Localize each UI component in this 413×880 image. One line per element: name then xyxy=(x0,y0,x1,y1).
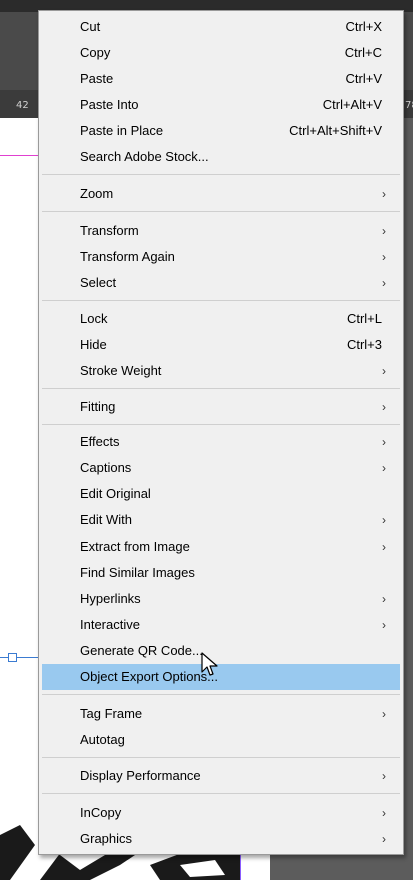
submenu-arrow-icon: › xyxy=(382,707,386,721)
menu-item-transform-again[interactable]: Transform Again › xyxy=(42,244,400,270)
menu-item-label: Stroke Weight xyxy=(80,363,162,378)
menu-item-label: Autotag xyxy=(80,732,125,747)
menu-item-display-performance[interactable]: Display Performance › xyxy=(42,763,400,789)
menu-item-label: Edit With xyxy=(80,512,133,527)
menu-item-lock[interactable]: Lock Ctrl+L xyxy=(42,306,400,332)
submenu-arrow-icon: › xyxy=(382,832,386,846)
frame-handle[interactable] xyxy=(8,653,17,662)
menu-item-paste-into[interactable]: Paste Into Ctrl+Alt+V xyxy=(42,92,400,118)
submenu-arrow-icon: › xyxy=(382,276,386,290)
menu-item-shortcut: Ctrl+3 xyxy=(346,337,382,352)
menu-item-shortcut: Ctrl+Alt+V xyxy=(322,97,382,112)
menu-separator xyxy=(42,793,400,794)
frame-edge xyxy=(0,657,38,658)
submenu-arrow-icon: › xyxy=(382,461,386,475)
menu-item-stroke-weight[interactable]: Stroke Weight › xyxy=(42,358,400,384)
ruler-label-left: 42 xyxy=(16,100,29,111)
menu-item-edit-with[interactable]: Edit With › xyxy=(42,507,400,533)
menu-item-label: Fitting xyxy=(80,399,116,414)
menu-separator xyxy=(42,424,400,425)
menu-item-select[interactable]: Select › xyxy=(42,270,400,296)
submenu-arrow-icon: › xyxy=(382,187,386,201)
menu-item-edit-original[interactable]: Edit Original xyxy=(42,481,400,507)
menu-item-label: Cut xyxy=(80,19,101,34)
menu-separator xyxy=(42,174,400,175)
menu-item-label: Extract from Image xyxy=(80,539,190,554)
menu-item-shortcut: Ctrl+Alt+Shift+V xyxy=(289,123,382,138)
submenu-arrow-icon: › xyxy=(382,540,386,554)
menu-item-transform[interactable]: Transform › xyxy=(42,218,400,244)
menu-item-label: Edit Original xyxy=(80,486,151,501)
menu-item-label: Search Adobe Stock... xyxy=(80,149,209,164)
menu-item-label: Captions xyxy=(80,460,132,475)
menu-item-label: Find Similar Images xyxy=(80,565,195,580)
menu-item-hyperlinks[interactable]: Hyperlinks › xyxy=(42,586,400,612)
menu-item-incopy[interactable]: InCopy › xyxy=(42,800,400,826)
menu-item-interactive[interactable]: Interactive › xyxy=(42,612,400,638)
menu-item-shortcut: Ctrl+L xyxy=(346,311,382,326)
submenu-arrow-icon: › xyxy=(382,224,386,238)
menu-item-hide[interactable]: Hide Ctrl+3 xyxy=(42,332,400,358)
menu-item-object-export-options[interactable]: Object Export Options... xyxy=(42,664,400,690)
menu-separator xyxy=(42,388,400,389)
submenu-arrow-icon: › xyxy=(382,400,386,414)
menu-item-label: Transform Again xyxy=(80,249,175,264)
menu-item-label: Hide xyxy=(80,337,107,352)
menu-item-label: Graphics xyxy=(80,831,133,846)
context-menu: Cut Ctrl+X Copy Ctrl+C Paste Ctrl+V Past… xyxy=(38,10,404,855)
menu-item-label: Transform xyxy=(80,223,139,238)
menu-item-label: InCopy xyxy=(80,805,122,820)
menu-item-search-adobe-stock[interactable]: Search Adobe Stock... xyxy=(42,144,400,170)
menu-item-fitting[interactable]: Fitting › xyxy=(42,394,400,420)
menu-item-label: Lock xyxy=(80,311,108,326)
submenu-arrow-icon: › xyxy=(382,513,386,527)
submenu-arrow-icon: › xyxy=(382,592,386,606)
submenu-arrow-icon: › xyxy=(382,618,386,632)
menu-item-label: Copy xyxy=(80,45,111,60)
menu-item-label: Paste xyxy=(80,71,114,86)
document-canvas[interactable] xyxy=(0,118,38,880)
menu-item-tag-frame[interactable]: Tag Frame › xyxy=(42,701,400,727)
margin-guide xyxy=(0,155,38,156)
menu-item-label: Generate QR Code... xyxy=(80,643,203,658)
menu-item-generate-qr-code[interactable]: Generate QR Code... xyxy=(42,638,400,664)
menu-item-shortcut: Ctrl+V xyxy=(345,71,382,86)
submenu-arrow-icon: › xyxy=(382,769,386,783)
menu-item-label: Paste in Place xyxy=(80,123,164,138)
menu-item-label: Object Export Options... xyxy=(80,669,219,684)
menu-separator xyxy=(42,694,400,695)
menu-item-zoom[interactable]: Zoom › xyxy=(42,181,400,207)
menu-item-label: Paste Into xyxy=(80,97,139,112)
menu-item-label: Select xyxy=(80,275,117,290)
submenu-arrow-icon: › xyxy=(382,364,386,378)
menu-item-label: Hyperlinks xyxy=(80,591,141,606)
menu-item-label: Tag Frame xyxy=(80,706,143,721)
menu-item-label: Display Performance xyxy=(80,768,201,783)
menu-item-paste[interactable]: Paste Ctrl+V xyxy=(42,66,400,92)
menu-separator xyxy=(42,300,400,301)
menu-item-captions[interactable]: Captions › xyxy=(42,455,400,481)
menu-item-graphics[interactable]: Graphics › xyxy=(42,826,400,852)
mouse-pointer-icon xyxy=(201,652,218,676)
ruler-label-right: 78 xyxy=(405,100,413,111)
submenu-arrow-icon: › xyxy=(382,250,386,264)
menu-item-label: Effects xyxy=(80,434,120,449)
menu-item-paste-in-place[interactable]: Paste in Place Ctrl+Alt+Shift+V xyxy=(42,118,400,144)
menu-item-label: Zoom xyxy=(80,186,114,201)
menu-item-label: Interactive xyxy=(80,617,140,632)
menu-item-extract-from-image[interactable]: Extract from Image › xyxy=(42,534,400,560)
menu-item-shortcut: Ctrl+X xyxy=(345,19,382,34)
submenu-arrow-icon: › xyxy=(382,806,386,820)
menu-item-shortcut: Ctrl+C xyxy=(344,45,382,60)
menu-item-find-similar-images[interactable]: Find Similar Images xyxy=(42,560,400,586)
menu-item-effects[interactable]: Effects › xyxy=(42,429,400,455)
menu-item-cut[interactable]: Cut Ctrl+X xyxy=(42,14,400,40)
submenu-arrow-icon: › xyxy=(382,435,386,449)
menu-item-copy[interactable]: Copy Ctrl+C xyxy=(42,40,400,66)
menu-separator xyxy=(42,757,400,758)
menu-item-autotag[interactable]: Autotag xyxy=(42,727,400,753)
menu-separator xyxy=(42,211,400,212)
